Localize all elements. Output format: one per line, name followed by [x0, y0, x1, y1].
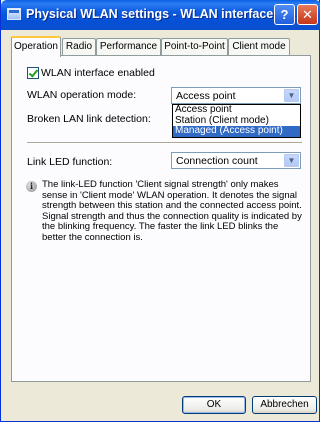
wlan-enabled-label[interactable]: WLAN interface enabled [41, 67, 155, 79]
tab-radio[interactable]: Radio [62, 38, 96, 56]
help-button[interactable]: ? [274, 4, 295, 25]
mode-label: WLAN operation mode: [27, 89, 137, 101]
cancel-button[interactable]: Abbrechen [252, 396, 317, 414]
close-button[interactable]: ✕ [297, 4, 318, 25]
mode-select-value: Access point [176, 90, 236, 102]
network-window-icon [7, 8, 21, 20]
led-label: Link LED function: [27, 156, 113, 168]
separator [27, 142, 302, 144]
chevron-down-icon[interactable]: ▼ [284, 89, 299, 102]
info-text: The link-LED function 'Client signal str… [42, 179, 302, 243]
info-icon: i [26, 181, 37, 192]
led-select[interactable]: Connection count ▼ [171, 152, 301, 169]
title-bar[interactable]: Physical WLAN settings - WLAN interface … [1, 0, 320, 30]
wlan-enabled-checkbox[interactable] [27, 67, 39, 79]
mode-dropdown-list: Access point Station (Client mode) Manag… [172, 104, 301, 138]
mode-option-managed[interactable]: Managed (Access point) [173, 125, 300, 137]
tab-performance[interactable]: Performance [96, 38, 161, 56]
tab-client-mode[interactable]: Client mode [228, 38, 290, 56]
ok-button[interactable]: OK [182, 396, 246, 414]
tab-operation[interactable]: Operation [11, 36, 61, 57]
dialog-window: Physical WLAN settings - WLAN interface … [0, 0, 320, 422]
led-select-value: Connection count [176, 155, 258, 167]
mode-select[interactable]: Access point ▼ [171, 87, 301, 104]
window-title: Physical WLAN settings - WLAN interface [26, 7, 274, 21]
tab-point-to-point[interactable]: Point-to-Point [161, 38, 228, 56]
broken-link-label: Broken LAN link detection: [27, 113, 151, 125]
chevron-down-icon[interactable]: ▼ [284, 154, 299, 167]
mode-option-access-point[interactable]: Access point [173, 104, 300, 116]
